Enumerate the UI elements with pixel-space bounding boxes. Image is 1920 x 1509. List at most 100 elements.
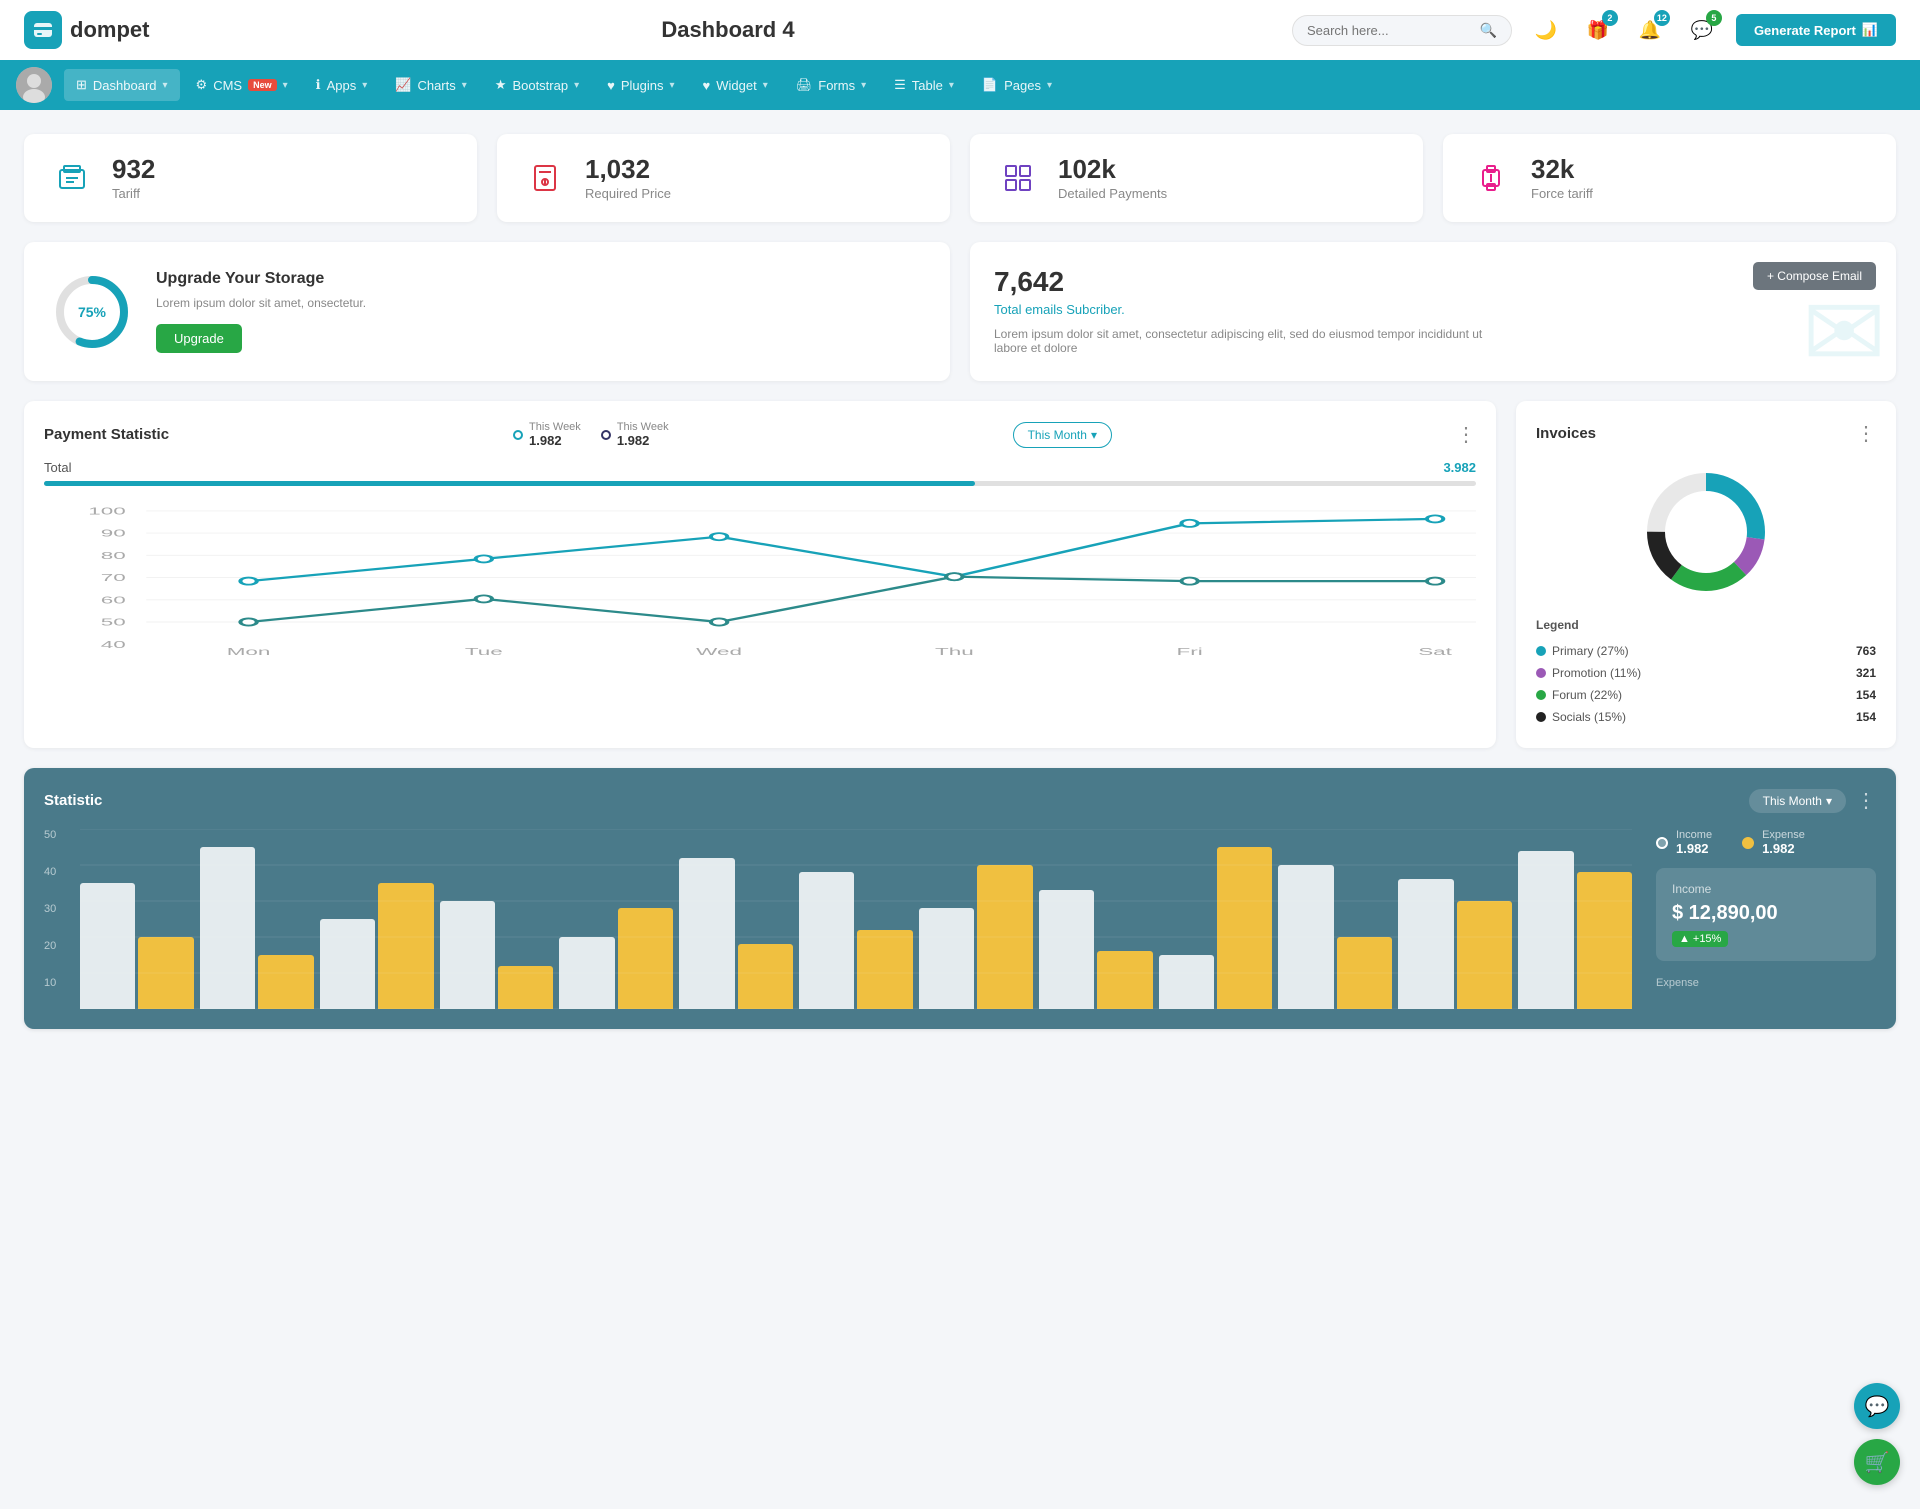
payment-card: Payment Statistic This Week 1.982 This W… <box>24 401 1496 748</box>
legend-row-promotion: Promotion (11%) 321 <box>1536 662 1876 684</box>
sidebar-item-widget[interactable]: ♥ Widget ▾ <box>691 70 780 101</box>
bar-yellow-12 <box>1577 872 1632 1009</box>
forms-icon: 🖨 <box>796 77 813 93</box>
sidebar-item-forms[interactable]: 🖨 Forms ▾ <box>784 69 878 101</box>
y-label-20: 20 <box>44 940 74 952</box>
bar-white-2 <box>320 919 375 1009</box>
socials-label: Socials (15%) <box>1552 710 1626 724</box>
search-area[interactable]: 🔍 <box>1292 15 1512 46</box>
bell-btn[interactable]: 🔔 12 <box>1632 12 1668 48</box>
header: dompet Dashboard 4 🔍 🌙 🎁 2 🔔 12 💬 5 Gene… <box>0 0 1920 60</box>
logo-text: dompet <box>70 17 149 43</box>
sidebar-item-plugins[interactable]: ♥ Plugins ▾ <box>595 70 686 101</box>
chat-badge: 5 <box>1706 10 1722 26</box>
required-price-value: 1,032 <box>585 156 671 182</box>
legend-list: Primary (27%) 763 Promotion (11%) 321 Fo… <box>1536 640 1876 728</box>
stat-card-force-tariff: 32k Force tariff <box>1443 134 1896 222</box>
this-month-button[interactable]: This Month ▾ <box>1013 422 1112 448</box>
cms-icon: ⚙ <box>196 77 208 93</box>
bar-group-8 <box>1039 890 1153 1009</box>
invoices-more-button[interactable]: ⋮ <box>1856 421 1876 446</box>
line-chart: 100 90 80 70 60 50 40 Mon Tue Wed Thu Fr… <box>44 502 1476 662</box>
income-legend-value: 1.982 <box>1676 841 1712 856</box>
main-content: 932 Tariff 1,032 Required Price <box>0 110 1920 1053</box>
socials-dot <box>1536 712 1546 722</box>
statistic-legend: Income 1.982 Expense 1.982 <box>1656 829 1876 856</box>
more-options-button[interactable]: ⋮ <box>1456 422 1476 447</box>
bar-yellow-10 <box>1337 937 1392 1009</box>
bar-yellow-8 <box>1097 951 1152 1009</box>
cms-label: CMS <box>213 78 242 93</box>
legend-row-socials: Socials (15%) 154 <box>1536 706 1876 728</box>
income-legend-item: Income 1.982 <box>1656 829 1712 856</box>
sidebar-item-apps[interactable]: ℹ Apps ▾ <box>304 69 380 101</box>
sidebar-item-charts[interactable]: 📈 Charts ▾ <box>383 69 479 101</box>
invoices-donut-chart <box>1536 462 1876 602</box>
storage-desc: Lorem ipsum dolor sit amet, onsectetur. <box>156 296 366 310</box>
tariff-icon <box>48 154 96 202</box>
forms-arrow: ▾ <box>861 80 866 91</box>
header-icons: 🌙 🎁 2 🔔 12 💬 5 Generate Report 📊 <box>1528 12 1896 48</box>
statistic-more-button[interactable]: ⋮ <box>1856 788 1876 813</box>
payment-progress-bar <box>44 481 1476 486</box>
bar-white-3 <box>440 901 495 1009</box>
payment-progress-fill <box>44 481 975 486</box>
primary-label: Primary (27%) <box>1552 644 1629 658</box>
bar-yellow-0 <box>138 937 193 1009</box>
sidebar-item-table[interactable]: ☰ Table ▾ <box>882 69 966 101</box>
bar-white-1 <box>200 847 255 1009</box>
statistic-month-label: This Month <box>1763 794 1822 808</box>
payment-header: Payment Statistic This Week 1.982 This W… <box>44 421 1476 448</box>
legend-row-primary: Primary (27%) 763 <box>1536 640 1876 662</box>
statistic-header: Statistic This Month ▾ ⋮ <box>44 788 1876 813</box>
y-label-50: 50 <box>44 829 74 841</box>
force-tariff-label: Force tariff <box>1531 186 1593 201</box>
statistic-this-month-button[interactable]: This Month ▾ <box>1749 789 1846 813</box>
payment-legend: This Week 1.982 This Week 1.982 <box>513 421 669 448</box>
statistic-dropdown-icon: ▾ <box>1826 794 1832 808</box>
tariff-label: Tariff <box>112 186 155 201</box>
search-input[interactable] <box>1307 23 1472 38</box>
dashboard-label: Dashboard <box>93 78 157 93</box>
chat-btn[interactable]: 💬 5 <box>1684 12 1720 48</box>
storage-card: 75% Upgrade Your Storage Lorem ipsum dol… <box>24 242 950 381</box>
invoices-header: Invoices ⋮ <box>1536 421 1876 446</box>
bar-group-9 <box>1159 847 1273 1009</box>
invoices-title: Invoices <box>1536 425 1596 442</box>
fab-cart-button[interactable]: 🛒 <box>1854 1439 1900 1485</box>
svg-text:Tue: Tue <box>465 646 503 657</box>
expense-legend-label: Expense <box>1762 829 1805 841</box>
navbar: ⊞ Dashboard ▾ ⚙ CMS New ▾ ℹ Apps ▾ 📈 Cha… <box>0 60 1920 110</box>
dark-mode-btn[interactable]: 🌙 <box>1528 12 1564 48</box>
fab-chat-button[interactable]: 💬 <box>1854 1383 1900 1429</box>
expense-legend-item: Expense 1.982 <box>1742 829 1805 856</box>
bar-yellow-2 <box>378 883 433 1009</box>
sidebar-item-bootstrap[interactable]: ★ Bootstrap ▾ <box>483 69 591 101</box>
detailed-payments-info: 102k Detailed Payments <box>1058 156 1167 201</box>
legend2-label: This Week <box>617 421 669 433</box>
svg-text:Sat: Sat <box>1418 646 1452 657</box>
table-icon: ☰ <box>894 77 906 93</box>
bar-chart-icon: 📊 <box>1862 22 1878 38</box>
income-panel-badge: ▲ +15% <box>1672 931 1728 947</box>
legend1-value: 1.982 <box>529 433 581 448</box>
gift-btn[interactable]: 🎁 2 <box>1580 12 1616 48</box>
bar-yellow-7 <box>977 865 1032 1009</box>
sidebar-item-pages[interactable]: 📄 Pages ▾ <box>970 69 1064 101</box>
storage-info: Upgrade Your Storage Lorem ipsum dolor s… <box>156 270 366 353</box>
plugins-arrow: ▾ <box>669 80 674 91</box>
middle-row: 75% Upgrade Your Storage Lorem ipsum dol… <box>24 242 1896 381</box>
generate-report-button[interactable]: Generate Report 📊 <box>1736 14 1896 46</box>
income-legend-dot <box>1656 837 1668 849</box>
pages-label: Pages <box>1004 78 1041 93</box>
statistic-y-axis: 50 40 30 20 10 <box>44 829 74 989</box>
nav-avatar <box>16 67 52 103</box>
sidebar-item-dashboard[interactable]: ⊞ Dashboard ▾ <box>64 69 180 101</box>
table-arrow: ▾ <box>949 80 954 91</box>
svg-text:90: 90 <box>101 528 126 539</box>
upgrade-button[interactable]: Upgrade <box>156 324 242 353</box>
sidebar-item-cms[interactable]: ⚙ CMS New ▾ <box>184 69 300 101</box>
stat-card-required-price: 1,032 Required Price <box>497 134 950 222</box>
required-price-icon <box>521 154 569 202</box>
detailed-payments-icon <box>994 154 1042 202</box>
